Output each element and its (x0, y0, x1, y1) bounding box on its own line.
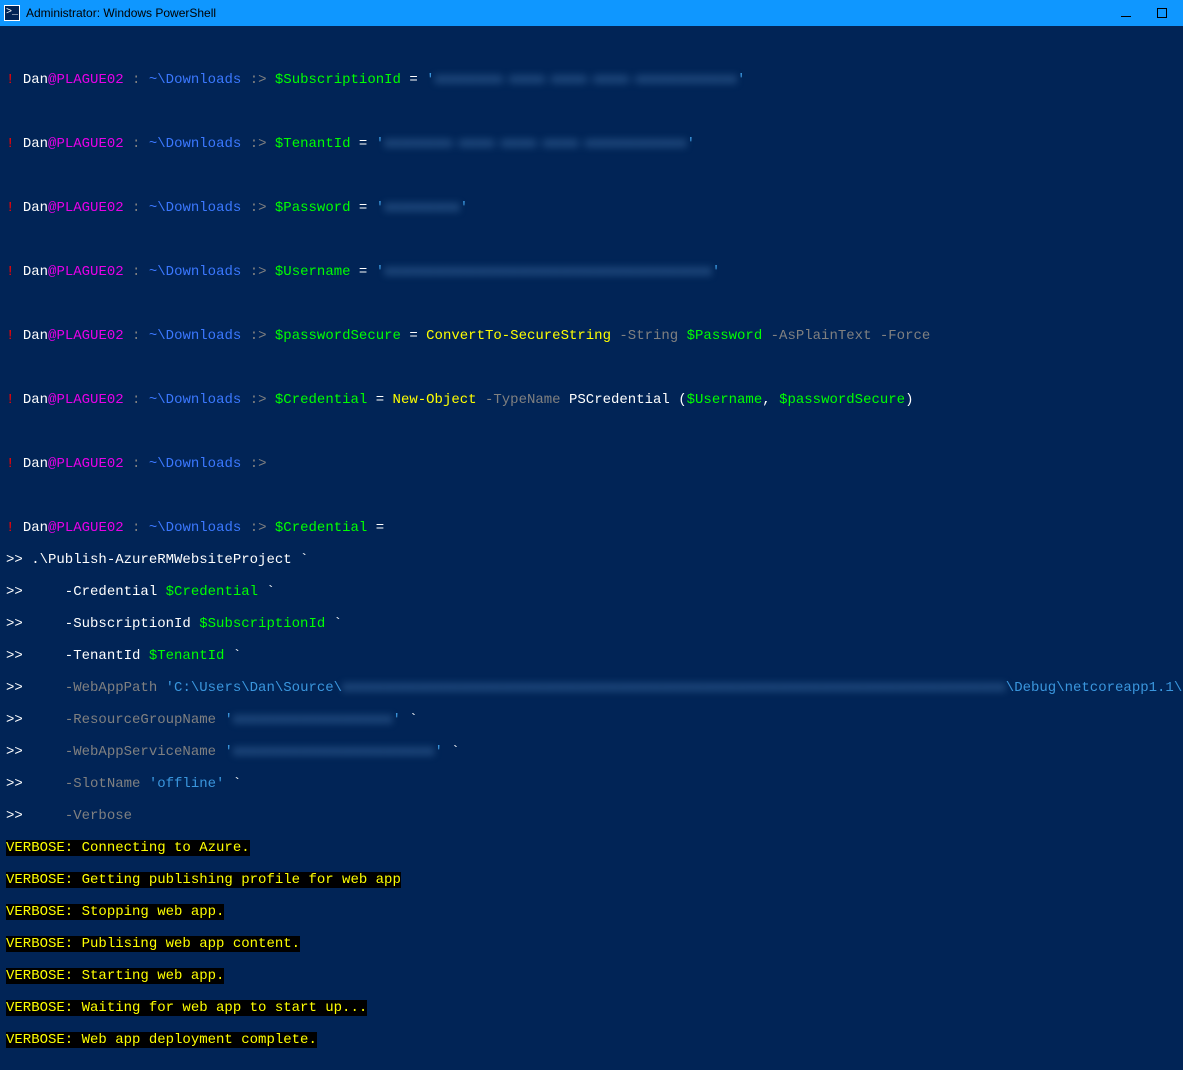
variable: $Password (275, 200, 351, 216)
quote: ' (737, 72, 745, 88)
verbose-text: VERBOSE: Waiting for web app to start up… (6, 1000, 367, 1016)
variable: $passwordSecure (779, 392, 905, 408)
continuation-line: >> -WebAppServiceName 'xxxxxxxxxxxxxxxxx… (6, 744, 1177, 760)
verbose-text: VERBOSE: Publising web app content. (6, 936, 300, 952)
variable: $Username (687, 392, 763, 408)
powershell-icon: >_ (4, 5, 20, 21)
continuation-line: >> .\Publish-AzureRMWebsiteProject ` (6, 552, 1177, 568)
continuation-line: >> -Credential $Credential ` (6, 584, 1177, 600)
redacted-value: xxxxxxxx-xxxx-xxxx-xxxx-xxxxxxxxxxxx (435, 72, 737, 88)
terminal-line: ! Dan@PLAGUE02 : ~\Downloads :> $Credent… (6, 520, 1177, 536)
terminal-line: ! Dan@PLAGUE02 : ~\Downloads :> $TenantI… (6, 136, 1177, 152)
window-controls (1119, 6, 1177, 20)
redacted-value: xxxxxxxxxxxxxxxxxxxxxxxxxxxxxxxxxxxxxxxx… (342, 680, 1006, 696)
verbose-line: VERBOSE: Connecting to Azure. (6, 840, 1177, 856)
cmdlet: ConvertTo-SecureString (426, 328, 611, 344)
string: 'offline' (149, 776, 225, 792)
terminal-line: ! Dan@PLAGUE02 : ~\Downloads :> (6, 456, 1177, 472)
verbose-line: VERBOSE: Starting web app. (6, 968, 1177, 984)
param: -WebAppServiceName (65, 744, 225, 760)
param: -WebAppPath (65, 680, 166, 696)
variable: $Password (687, 328, 763, 344)
verbose-line: VERBOSE: Stopping web app. (6, 904, 1177, 920)
quote: ' (426, 72, 434, 88)
terminal-line: ! Dan@PLAGUE02 : ~\Downloads :> $Passwor… (6, 200, 1177, 216)
minimize-button[interactable] (1119, 6, 1133, 20)
verbose-line: VERBOSE: Web app deployment complete. (6, 1032, 1177, 1048)
prompt-sep2: :> (241, 72, 275, 88)
param: -SlotName (65, 776, 149, 792)
verbose-line: VERBOSE: Getting publishing profile for … (6, 872, 1177, 888)
redacted-value: xxxxxxxxx (384, 200, 460, 216)
window-title: Administrator: Windows PowerShell (26, 5, 216, 21)
variable: $Username (275, 264, 351, 280)
terminal-line: ! Dan@PLAGUE02 : ~\Downloads :> $passwor… (6, 328, 1177, 344)
variable: $TenantId (275, 136, 351, 152)
equals: = (401, 72, 426, 88)
terminal-line: ! Dan@PLAGUE02 : ~\Downloads :> $Subscri… (6, 72, 1177, 88)
verbose-text: VERBOSE: Getting publishing profile for … (6, 872, 401, 888)
terminal-output[interactable]: ! Dan@PLAGUE02 : ~\Downloads :> $Subscri… (0, 26, 1183, 1070)
continuation-line: >> -Verbose (6, 808, 1177, 824)
verbose-line: VERBOSE: Waiting for web app to start up… (6, 1000, 1177, 1016)
prompt-path: ~\Downloads (149, 72, 241, 88)
verbose-text: VERBOSE: Stopping web app. (6, 904, 224, 920)
continuation-line: >> -TenantId $TenantId ` (6, 648, 1177, 664)
prompt-user: Dan (23, 72, 48, 88)
variable: $Credential (275, 520, 367, 536)
window-titlebar: >_ Administrator: Windows PowerShell (0, 0, 1183, 26)
verbose-line: VERBOSE: Publising web app content. (6, 936, 1177, 952)
variable: $SubscriptionId (275, 72, 401, 88)
redacted-value: xxxxxxxxxxxxxxxxxxxxxxxxxxxxxxxxxxxxxxx (384, 264, 712, 280)
verbose-text: VERBOSE: Connecting to Azure. (6, 840, 250, 856)
verbose-text: VERBOSE: Web app deployment complete. (6, 1032, 317, 1048)
prompt-host: PLAGUE02 (56, 72, 123, 88)
redacted-value: xxxxxxxx-xxxx-xxxx-xxxx-xxxxxxxxxxxx (384, 136, 686, 152)
maximize-button[interactable] (1155, 6, 1169, 20)
continuation-line: >> -SubscriptionId $SubscriptionId ` (6, 616, 1177, 632)
terminal-line: ! Dan@PLAGUE02 : ~\Downloads :> $Credent… (6, 392, 1177, 408)
prompt-sep: : (124, 72, 149, 88)
param: -String (611, 328, 687, 344)
continuation-line: >> -SlotName 'offline' ` (6, 776, 1177, 792)
string: 'C:\Users\Dan\Source\ (166, 680, 342, 696)
param: -AsPlainText -Force (762, 328, 930, 344)
cmdlet: New-Object (393, 392, 477, 408)
variable: $Credential (275, 392, 367, 408)
redacted-value: xxxxxxxxxxxxxxxxxxxxxxxx (233, 744, 435, 760)
param: -ResourceGroupName (65, 712, 225, 728)
param: -TypeName (477, 392, 569, 408)
title-left: >_ Administrator: Windows PowerShell (4, 5, 216, 21)
continuation-line: >> -WebAppPath 'C:\Users\Dan\Source\xxxx… (6, 680, 1177, 696)
verbose-text: VERBOSE: Starting web app. (6, 968, 224, 984)
variable: $SubscriptionId (199, 616, 325, 632)
type-name: PSCredential (569, 392, 670, 408)
terminal-line: ! Dan@PLAGUE02 : ~\Downloads :> $Usernam… (6, 264, 1177, 280)
string: \Debug\netcoreapp1.1\publish' (1006, 680, 1183, 696)
variable: $TenantId (149, 648, 225, 664)
redacted-value: xxxxxxxxxxxxxxxxxxx (233, 712, 393, 728)
variable: $passwordSecure (275, 328, 401, 344)
variable: $Credential (166, 584, 258, 600)
param: -Verbose (65, 808, 132, 824)
continuation-line: >> -ResourceGroupName 'xxxxxxxxxxxxxxxxx… (6, 712, 1177, 728)
